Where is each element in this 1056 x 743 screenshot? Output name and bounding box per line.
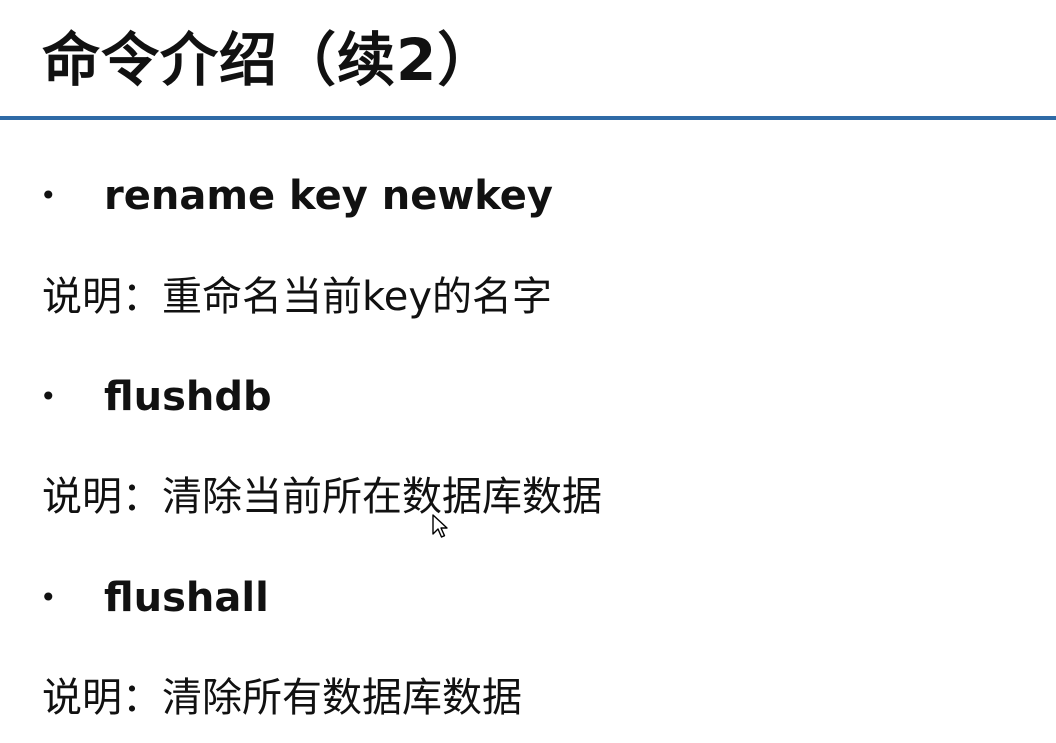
title-divider bbox=[0, 116, 1056, 120]
bullet-dot-icon: • bbox=[40, 179, 57, 212]
bullet-dot-icon: • bbox=[40, 380, 57, 413]
list-item-flushdb: • flushdb bbox=[40, 367, 272, 427]
command-label: flushall bbox=[104, 575, 269, 621]
command-label: rename key newkey bbox=[104, 173, 554, 219]
list-item-flushall: • flushall bbox=[40, 568, 269, 628]
command-description: 说明：重命名当前key的名字 bbox=[42, 274, 553, 320]
page-title: 命令介绍（续2） bbox=[42, 26, 497, 94]
command-description: 说明：清除所有数据库数据 bbox=[42, 675, 522, 721]
mouse-pointer-icon bbox=[432, 514, 448, 538]
list-item-rename: • rename key newkey bbox=[40, 166, 553, 226]
command-label: flushdb bbox=[104, 374, 272, 420]
command-description: 说明：清除当前所在数据库数据 bbox=[42, 474, 602, 520]
bullet-dot-icon: • bbox=[40, 581, 57, 614]
